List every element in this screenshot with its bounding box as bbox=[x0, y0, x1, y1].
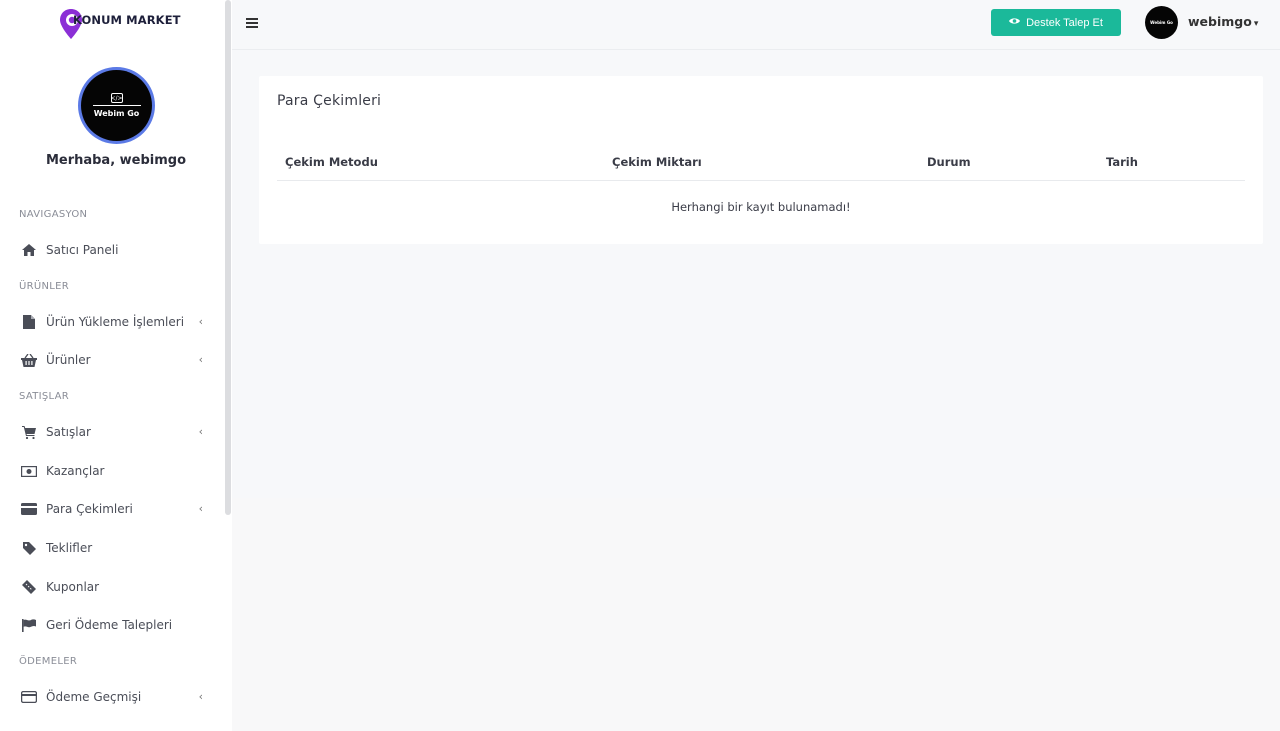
user-avatar[interactable]: Webim Go bbox=[1145, 6, 1178, 39]
sidebar-item-teklifler[interactable]: Teklifler bbox=[0, 531, 225, 565]
sidebar-item-label: Kuponlar bbox=[46, 580, 100, 594]
table-divider bbox=[277, 180, 1245, 181]
sidebar-scrollbar[interactable] bbox=[225, 0, 231, 515]
money-icon bbox=[21, 463, 37, 479]
sidebar-item-label: Satışlar bbox=[46, 425, 91, 439]
withdrawals-card: Para Çekimleri Çekim Metodu Çekim Miktar… bbox=[259, 76, 1263, 244]
chevron-left-icon: ‹ bbox=[198, 502, 203, 515]
greeting-text: Merhaba, webimgo bbox=[45, 153, 187, 168]
caret-down-icon: ▾ bbox=[1253, 19, 1259, 29]
topbar: Destek Talep Et Webim Go webimgo ▾ bbox=[232, 0, 1280, 50]
credit-card-icon bbox=[21, 501, 37, 517]
sidebar-item-label: Kazançlar bbox=[46, 464, 105, 478]
tag-icon bbox=[21, 540, 37, 556]
nav-section-odemeler: ÖDEMELER bbox=[19, 656, 78, 667]
sidebar-item-geri-odeme[interactable]: Geri Ödeme Talepleri bbox=[0, 608, 225, 642]
ticket-icon bbox=[21, 579, 37, 595]
sidebar-item-label: Geri Ödeme Talepleri bbox=[46, 618, 173, 632]
sidebar-item-label: Ödeme Geçmişi bbox=[46, 690, 142, 704]
support-request-button[interactable]: Destek Talep Et bbox=[991, 9, 1121, 36]
chevron-left-icon: ‹ bbox=[198, 425, 203, 438]
chevron-left-icon: ‹ bbox=[198, 353, 203, 366]
flag-icon bbox=[21, 617, 37, 633]
eye-icon bbox=[1009, 17, 1021, 28]
brand-name: KONUM MARKET bbox=[73, 13, 181, 27]
nav-section-urunler: ÜRÜNLER bbox=[19, 281, 70, 292]
column-header-status: Durum bbox=[927, 155, 971, 169]
sidebar-item-odeme-gecmisi[interactable]: Ödeme Geçmişi ‹ bbox=[0, 680, 225, 714]
sidebar-item-para-cekimleri[interactable]: Para Çekimleri ‹ bbox=[0, 492, 225, 526]
file-icon bbox=[21, 314, 37, 330]
sidebar-item-satislar[interactable]: Satışlar ‹ bbox=[0, 415, 225, 449]
chevron-left-icon: ‹ bbox=[198, 315, 203, 328]
nav-section-navigasyon: NAVIGASYON bbox=[19, 209, 88, 220]
empty-table-message: Herhangi bir kayıt bulunamadı! bbox=[671, 200, 851, 214]
profile-avatar[interactable]: </> Webim Go bbox=[78, 67, 155, 144]
avatar-divider bbox=[92, 105, 141, 106]
brand-logo[interactable]: KONUM MARKET bbox=[59, 7, 191, 41]
sidebar-item-label: Para Çekimleri bbox=[46, 502, 133, 516]
basket-icon bbox=[21, 352, 37, 368]
column-header-date: Tarih bbox=[1106, 155, 1138, 169]
sidebar-item-urunler[interactable]: Ürünler ‹ bbox=[0, 343, 225, 377]
code-icon: </> bbox=[110, 93, 123, 103]
sidebar-item-kuponlar[interactable]: Kuponlar bbox=[0, 570, 225, 604]
sidebar-item-label: Satıcı Paneli bbox=[46, 243, 119, 257]
home-icon bbox=[21, 242, 37, 258]
column-header-amount: Çekim Miktarı bbox=[612, 155, 702, 169]
avatar-text: Webim Go bbox=[93, 109, 140, 118]
sidebar-item-label: Ürün Yükleme İşlemleri bbox=[46, 315, 185, 329]
chevron-left-icon: ‹ bbox=[198, 690, 203, 703]
user-menu[interactable]: webimgo ▾ bbox=[1188, 14, 1258, 29]
sidebar-item-kazanclar[interactable]: Kazançlar bbox=[0, 454, 225, 488]
sidebar-item-satici-paneli[interactable]: Satıcı Paneli bbox=[0, 233, 225, 267]
sidebar: KONUM MARKET </> Webim Go Merhaba, webim… bbox=[0, 0, 232, 731]
credit-card-icon bbox=[21, 689, 37, 705]
column-header-method: Çekim Metodu bbox=[285, 155, 378, 169]
nav-section-satislar: SATIŞLAR bbox=[19, 391, 69, 402]
hamburger-icon[interactable] bbox=[246, 17, 258, 29]
cart-icon bbox=[21, 424, 37, 440]
sidebar-item-label: Ürünler bbox=[46, 353, 91, 367]
support-button-label: Destek Talep Et bbox=[1026, 16, 1103, 29]
user-name: webimgo bbox=[1188, 14, 1252, 29]
user-avatar-text: Webim Go bbox=[1150, 20, 1173, 25]
sidebar-item-urun-yukleme[interactable]: Ürün Yükleme İşlemleri ‹ bbox=[0, 305, 225, 339]
sidebar-item-label: Teklifler bbox=[46, 541, 93, 555]
content-footer-area bbox=[232, 498, 1280, 731]
page-title: Para Çekimleri bbox=[277, 93, 382, 109]
